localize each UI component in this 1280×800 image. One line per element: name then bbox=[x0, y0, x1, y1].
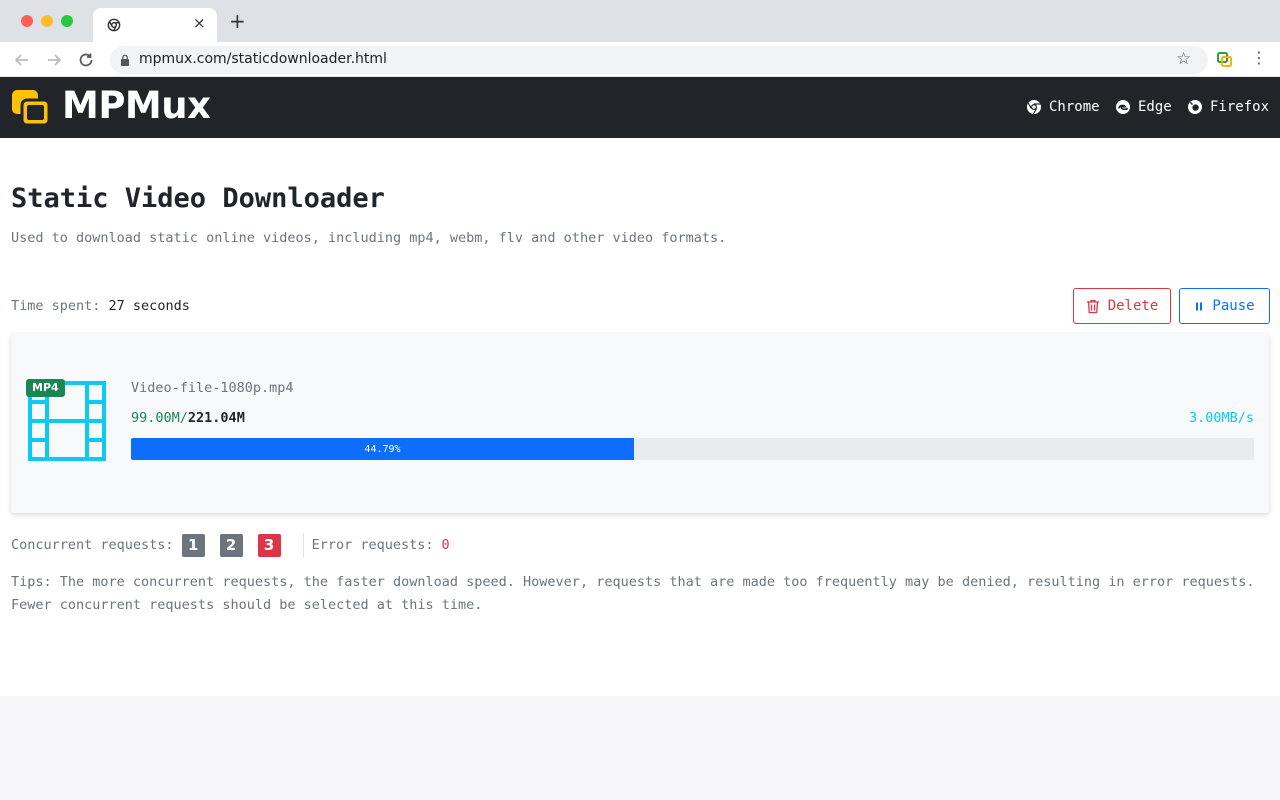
window-close-button[interactable] bbox=[21, 15, 33, 27]
pause-button-label: Pause bbox=[1212, 298, 1255, 314]
reload-icon[interactable] bbox=[77, 51, 95, 69]
time-spent: Time spent: 27 seconds bbox=[11, 298, 190, 314]
chrome-icon bbox=[107, 18, 121, 32]
size-separator: / bbox=[179, 410, 188, 426]
concurrent-requests: Concurrent requests: 1 2 3 Error request… bbox=[11, 533, 450, 557]
tab-close-icon[interactable]: × bbox=[193, 14, 206, 32]
progress-bar-fill: 44.79% bbox=[131, 438, 634, 460]
download-speed: 3.00MB/s bbox=[1188, 410, 1254, 426]
error-requests-count: 0 bbox=[441, 537, 450, 553]
forward-arrow-icon[interactable] bbox=[45, 51, 63, 69]
pause-icon bbox=[1196, 302, 1203, 310]
progress-percent: 44.79% bbox=[364, 443, 401, 455]
window-maximize-button[interactable] bbox=[61, 15, 73, 27]
page-title: Static Video Downloader bbox=[11, 183, 385, 214]
download-card: MP4 Video-file-1080p.mp4 99.00M/221.04M … bbox=[11, 333, 1269, 513]
concurrent-option-1[interactable]: 1 bbox=[181, 533, 205, 557]
file-type-badge: MP4 bbox=[26, 379, 65, 397]
nav-link-label: Edge bbox=[1138, 99, 1172, 115]
downloaded-size: 99.00M bbox=[131, 410, 180, 426]
firefox-icon bbox=[1188, 100, 1202, 114]
nav-link-edge[interactable]: Edge bbox=[1115, 97, 1172, 117]
site-header: MPMux Chrome Edge Firefox bbox=[0, 77, 1280, 138]
browser-tab[interactable]: × bbox=[93, 8, 217, 42]
delete-button[interactable]: Delete bbox=[1073, 288, 1171, 324]
edge-icon bbox=[1116, 100, 1130, 114]
nav-link-label: Firefox bbox=[1210, 99, 1270, 115]
tips-text: Tips: The more concurrent requests, the … bbox=[11, 574, 1255, 613]
time-spent-value: 27 seconds bbox=[108, 298, 190, 314]
delete-button-label: Delete bbox=[1107, 298, 1159, 314]
time-spent-label: Time spent: bbox=[11, 298, 109, 314]
total-size: 221.04M bbox=[187, 410, 245, 426]
pause-button[interactable]: Pause bbox=[1179, 288, 1270, 324]
window-minimize-button[interactable] bbox=[41, 15, 53, 27]
browser-tabstrip: × + bbox=[0, 0, 1280, 42]
concurrent-option-3[interactable]: 3 bbox=[257, 533, 281, 557]
main-content: Static Video Downloader Used to download… bbox=[0, 138, 1280, 696]
new-tab-button[interactable]: + bbox=[229, 11, 246, 31]
browser-toolbar: mpmux.com/staticdownloader.html ☆ ⋮ bbox=[0, 42, 1280, 77]
error-requests-label: Error requests: bbox=[311, 537, 434, 553]
bookmark-star-icon[interactable]: ☆ bbox=[1176, 49, 1191, 69]
address-bar[interactable]: mpmux.com/staticdownloader.html ☆ bbox=[110, 46, 1208, 74]
download-size: 99.00M/221.04M bbox=[131, 410, 245, 426]
url-text: mpmux.com/staticdownloader.html bbox=[139, 51, 387, 67]
nav-link-label: Chrome bbox=[1049, 99, 1100, 115]
nav-link-chrome[interactable]: Chrome bbox=[1026, 97, 1100, 117]
logo-text[interactable]: MPMux bbox=[62, 84, 211, 127]
back-arrow-icon[interactable] bbox=[13, 51, 31, 69]
browser-menu-icon[interactable]: ⋮ bbox=[1251, 48, 1267, 67]
nav-link-firefox[interactable]: Firefox bbox=[1187, 97, 1269, 117]
concurrent-option-2[interactable]: 2 bbox=[219, 533, 243, 557]
trash-icon bbox=[1086, 299, 1099, 313]
page-subtitle: Used to download static online videos, i… bbox=[11, 230, 727, 246]
chrome-icon bbox=[1027, 100, 1041, 115]
concurrent-requests-label: Concurrent requests: bbox=[11, 537, 174, 553]
logo-icon[interactable] bbox=[11, 89, 51, 127]
lock-icon bbox=[121, 54, 129, 66]
file-name: Video-file-1080p.mp4 bbox=[131, 380, 294, 396]
extension-icon[interactable] bbox=[1217, 52, 1232, 67]
divider bbox=[302, 533, 304, 557]
progress-bar: 44.79% bbox=[131, 438, 1254, 460]
